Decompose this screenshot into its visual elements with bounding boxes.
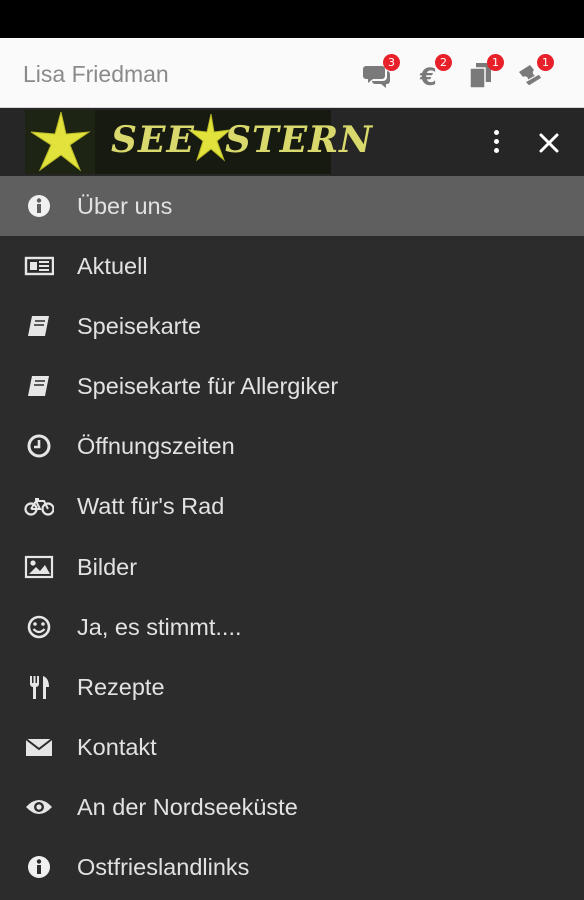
clock-icon (24, 431, 54, 461)
documents-badge: 1 (487, 54, 504, 71)
menu-item-ueber-uns[interactable]: Über uns (0, 176, 584, 237)
book-icon (24, 371, 54, 401)
messages-badge: 3 (383, 54, 400, 71)
menu-item-an-der-nordseekueste[interactable]: An der Nordseeküste (0, 777, 584, 837)
user-bar: Lisa Friedman 3 € 2 1 1 (0, 38, 584, 108)
payments-button[interactable]: € 2 (412, 54, 452, 94)
menu-item-ja-es-stimmt[interactable]: Ja, es stimmt.... (0, 597, 584, 657)
svg-text:€: € (419, 63, 437, 90)
menu-item-label: Rezepte (77, 673, 165, 700)
user-name: Lisa Friedman (23, 61, 169, 87)
menu-item-oeffnungszeiten[interactable]: Öffnungszeiten (0, 416, 584, 476)
menu-item-label: Aktuell (77, 253, 148, 280)
menu-item-label: Speisekarte für Allergiker (77, 373, 339, 400)
menu-item-label: Bilder (77, 553, 138, 580)
menu-item-speisekarte-allergiker[interactable]: Speisekarte für Allergiker (0, 356, 584, 416)
menu-item-rezepte[interactable]: Rezepte (0, 657, 584, 717)
messages-button[interactable]: 3 (360, 54, 400, 94)
menu-item-kontakt[interactable]: Kontakt (0, 717, 584, 777)
menu-item-label: Speisekarte (77, 313, 202, 340)
tickets-button[interactable]: 1 (514, 54, 554, 94)
drawer-header: SEE STERN (0, 108, 584, 176)
bicycle-icon (24, 491, 55, 521)
drawer-menu: Über uns Aktuell Speisekarte Speisekarte… (0, 176, 584, 897)
brand-logo: SEE STERN (25, 110, 372, 174)
dot-icon (494, 130, 499, 135)
logo-text-left: SEE (111, 119, 195, 161)
cutlery-icon (24, 672, 54, 702)
menu-item-label: An der Nordseeküste (77, 793, 298, 820)
book-icon (24, 311, 54, 341)
menu-item-label: Ostfrieslandlinks (77, 854, 250, 881)
menu-item-label: Watt für's Rad (77, 493, 225, 520)
envelope-icon (24, 732, 54, 762)
picture-icon (24, 552, 54, 582)
menu-item-speisekarte[interactable]: Speisekarte (0, 296, 584, 356)
eye-icon (24, 792, 54, 822)
info-icon (24, 191, 54, 221)
info-icon (24, 852, 54, 882)
documents-button[interactable]: 1 (464, 54, 504, 94)
menu-item-label: Kontakt (77, 733, 157, 760)
menu-item-label: Ja, es stimmt.... (77, 613, 242, 640)
close-icon (539, 133, 559, 153)
dot-icon (494, 139, 499, 144)
logo-text-right: STERN (225, 119, 374, 161)
menu-item-aktuell[interactable]: Aktuell (0, 236, 584, 296)
dot-icon (494, 148, 499, 153)
menu-item-ostfrieslandlinks[interactable]: Ostfrieslandlinks (0, 837, 584, 897)
close-drawer-button[interactable] (532, 126, 566, 160)
menu-item-watt-fuers-rad[interactable]: Watt für's Rad (0, 476, 584, 536)
newspaper-icon (24, 251, 55, 281)
more-options-button[interactable] (482, 124, 512, 160)
menu-item-bilder[interactable]: Bilder (0, 537, 584, 597)
menu-item-label: Über uns (77, 193, 173, 219)
smiley-icon (24, 612, 54, 642)
status-bar (0, 0, 584, 38)
menu-item-label: Öffnungszeiten (77, 433, 235, 460)
payments-badge: 2 (435, 54, 452, 71)
tickets-badge: 1 (537, 54, 554, 71)
